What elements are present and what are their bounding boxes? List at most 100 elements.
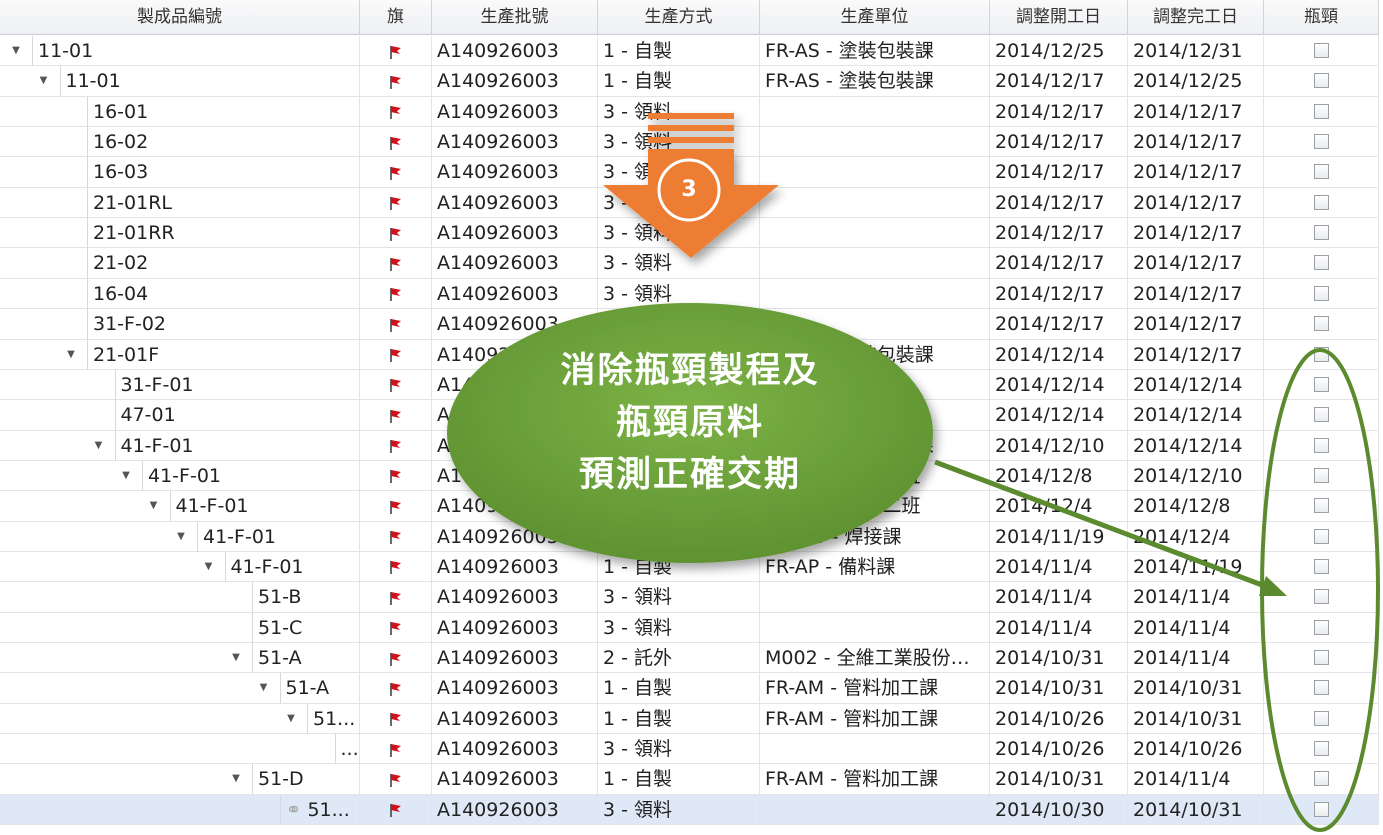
batch-cell[interactable]: A140926003 [432,794,598,825]
end-date-cell[interactable]: 2014/12/17 [1128,278,1264,309]
start-date-cell[interactable]: 2014/12/25 [990,36,1128,66]
flag-cell[interactable] [360,764,432,795]
batch-cell[interactable]: A140926003 [432,582,598,613]
bottleneck-checkbox[interactable] [1313,771,1329,787]
start-date-cell[interactable]: 2014/12/14 [990,369,1128,400]
collapse-arrow-icon[interactable]: ▼ [38,66,50,96]
product-no-cell[interactable]: 11-01 [59,66,360,97]
start-date-cell[interactable]: 2014/10/26 [990,703,1128,734]
unit-cell[interactable] [760,96,990,127]
product-no-cell[interactable]: 11-01 [32,36,360,66]
bottleneck-checkbox[interactable] [1313,194,1329,210]
unit-cell[interactable]: FR-AM - 管料加工課 [760,673,990,704]
product-no-cell[interactable]: 16-04 [87,278,360,309]
start-date-cell[interactable]: 2014/10/26 [990,734,1128,765]
bottleneck-checkbox[interactable] [1313,134,1329,150]
table-row[interactable]: 51-C A140926003 3 - 領料 2014/11/4 2014/11/4 [0,612,1379,644]
end-date-cell[interactable]: 2014/10/26 [1128,734,1264,765]
batch-cell[interactable]: A140926003 [432,764,598,795]
table-row[interactable]: ▼ 51-A A140926003 2 - 託外 M002 - 全維工業股份… 2014/… [0,643,1379,674]
col-header-product-no[interactable]: 製成品編號 [0,0,360,34]
unit-cell[interactable]: FR-AS - 塗裝包裝課 [760,36,990,66]
collapse-arrow-icon[interactable]: ▼ [203,552,215,582]
start-date-cell[interactable]: 2014/12/17 [990,96,1128,127]
collapse-arrow-icon[interactable]: ▼ [93,431,105,461]
unit-cell[interactable]: FR-AM - 管料加工課 [760,703,990,734]
table-row[interactable]: 21-01RR A140926003 3 - 領料 2014/12/17 2014/12… [0,218,1379,249]
unit-cell[interactable] [760,309,990,340]
table-row[interactable]: ▼ 51-A A140926003 1 - 自製 FR-AM - 管料加工課 2014/1… [0,673,1379,704]
table-row[interactable]: ▼ 51-D A140926003 1 - 自製 FR-AM - 管料加工課 2014/1… [0,764,1379,795]
product-no-cell[interactable]: 47-01 [114,400,360,431]
end-date-cell[interactable]: 2014/10/31 [1128,673,1264,704]
product-no-cell[interactable]: ⚭ 51... [279,794,360,825]
start-date-cell[interactable]: 2014/11/4 [990,582,1128,613]
collapse-arrow-icon[interactable]: ▼ [175,522,187,552]
flag-cell[interactable] [360,460,432,491]
unit-cell[interactable]: FR-AW - 焊接課 [760,521,990,552]
batch-cell[interactable]: A140926003 [432,36,598,66]
method-cell[interactable]: 3 - 領料 [598,794,760,825]
bottleneck-checkbox[interactable] [1313,376,1329,392]
bottleneck-checkbox[interactable] [1313,73,1329,89]
end-date-cell[interactable]: 2014/12/17 [1128,339,1264,370]
product-no-cell[interactable]: 51-A [252,643,360,673]
unit-cell[interactable] [760,218,990,249]
end-date-cell[interactable]: 2014/12/17 [1128,157,1264,188]
table-row[interactable]: 16-04 A140926003 3 - 領料 2014/12/17 2014/12/1… [0,278,1379,310]
end-date-cell[interactable]: 2014/12/8 [1128,491,1264,522]
unit-cell[interactable] [760,582,990,613]
flag-cell[interactable] [360,309,432,340]
bottleneck-checkbox[interactable] [1313,710,1329,726]
col-header-start[interactable]: 調整開工日 [990,0,1128,34]
end-date-cell[interactable]: 2014/10/31 [1128,794,1264,825]
batch-cell[interactable]: A140926003 [432,612,598,643]
batch-cell[interactable]: A140926003 [432,157,598,188]
method-cell[interactable]: 1 - 自製 [598,764,760,795]
end-date-cell[interactable]: 2014/12/17 [1128,127,1264,158]
bottleneck-checkbox[interactable] [1313,164,1329,180]
col-header-unit[interactable]: 生產單位 [760,0,990,34]
flag-cell[interactable] [360,703,432,734]
method-cell[interactable]: 3 - 領料 [598,96,760,127]
bottleneck-checkbox[interactable] [1313,255,1329,271]
unit-cell[interactable] [760,187,990,218]
product-no-cell[interactable]: 21-01RL [87,187,360,218]
method-cell[interactable]: 1 - 自製 [598,66,760,97]
unit-cell[interactable]: M002 - 全維工業股份… [760,643,990,673]
method-cell[interactable]: 3 - 領料 [598,218,760,249]
method-cell[interactable]: 3 - 領料 [598,612,760,643]
product-no-cell[interactable]: 16-03 [87,157,360,188]
bottleneck-checkbox[interactable] [1313,680,1329,696]
unit-cell[interactable] [760,278,990,309]
bottleneck-checkbox[interactable] [1313,801,1329,817]
product-no-cell[interactable]: 51... [307,703,360,734]
start-date-cell[interactable]: 2014/12/17 [990,218,1128,249]
end-date-cell[interactable]: 2014/12/14 [1128,430,1264,461]
flag-cell[interactable] [360,96,432,127]
flag-cell[interactable] [360,430,432,461]
end-date-cell[interactable]: 2014/12/17 [1128,248,1264,279]
end-date-cell[interactable]: 2014/12/17 [1128,309,1264,340]
flag-cell[interactable] [360,612,432,643]
start-date-cell[interactable]: 2014/11/4 [990,612,1128,643]
end-date-cell[interactable]: 2014/11/19 [1128,551,1264,582]
start-date-cell[interactable]: 2014/12/17 [990,278,1128,309]
start-date-cell[interactable]: 2014/12/17 [990,248,1128,279]
method-cell[interactable]: 3 - 領料 [598,582,760,613]
bottleneck-checkbox[interactable] [1313,43,1329,58]
end-date-cell[interactable]: 2014/11/4 [1128,612,1264,643]
batch-cell[interactable]: A140926003 [432,187,598,218]
product-no-cell[interactable]: 41-F-01 [142,460,360,491]
start-date-cell[interactable]: 2014/10/30 [990,794,1128,825]
product-no-cell[interactable]: 16-02 [87,127,360,158]
start-date-cell[interactable]: 2014/12/17 [990,157,1128,188]
flag-cell[interactable] [360,278,432,309]
product-no-cell[interactable]: 41-F-01 [224,551,360,582]
product-no-cell[interactable]: 41-F-01 [197,521,360,552]
unit-cell[interactable]: FR-AP - 備料課 [760,551,990,582]
method-cell[interactable]: 3 - 領料 [598,734,760,765]
collapse-arrow-icon[interactable]: ▼ [230,643,242,673]
product-no-cell[interactable]: 31-F-02 [87,309,360,340]
start-date-cell[interactable]: 2014/12/4 [990,491,1128,522]
